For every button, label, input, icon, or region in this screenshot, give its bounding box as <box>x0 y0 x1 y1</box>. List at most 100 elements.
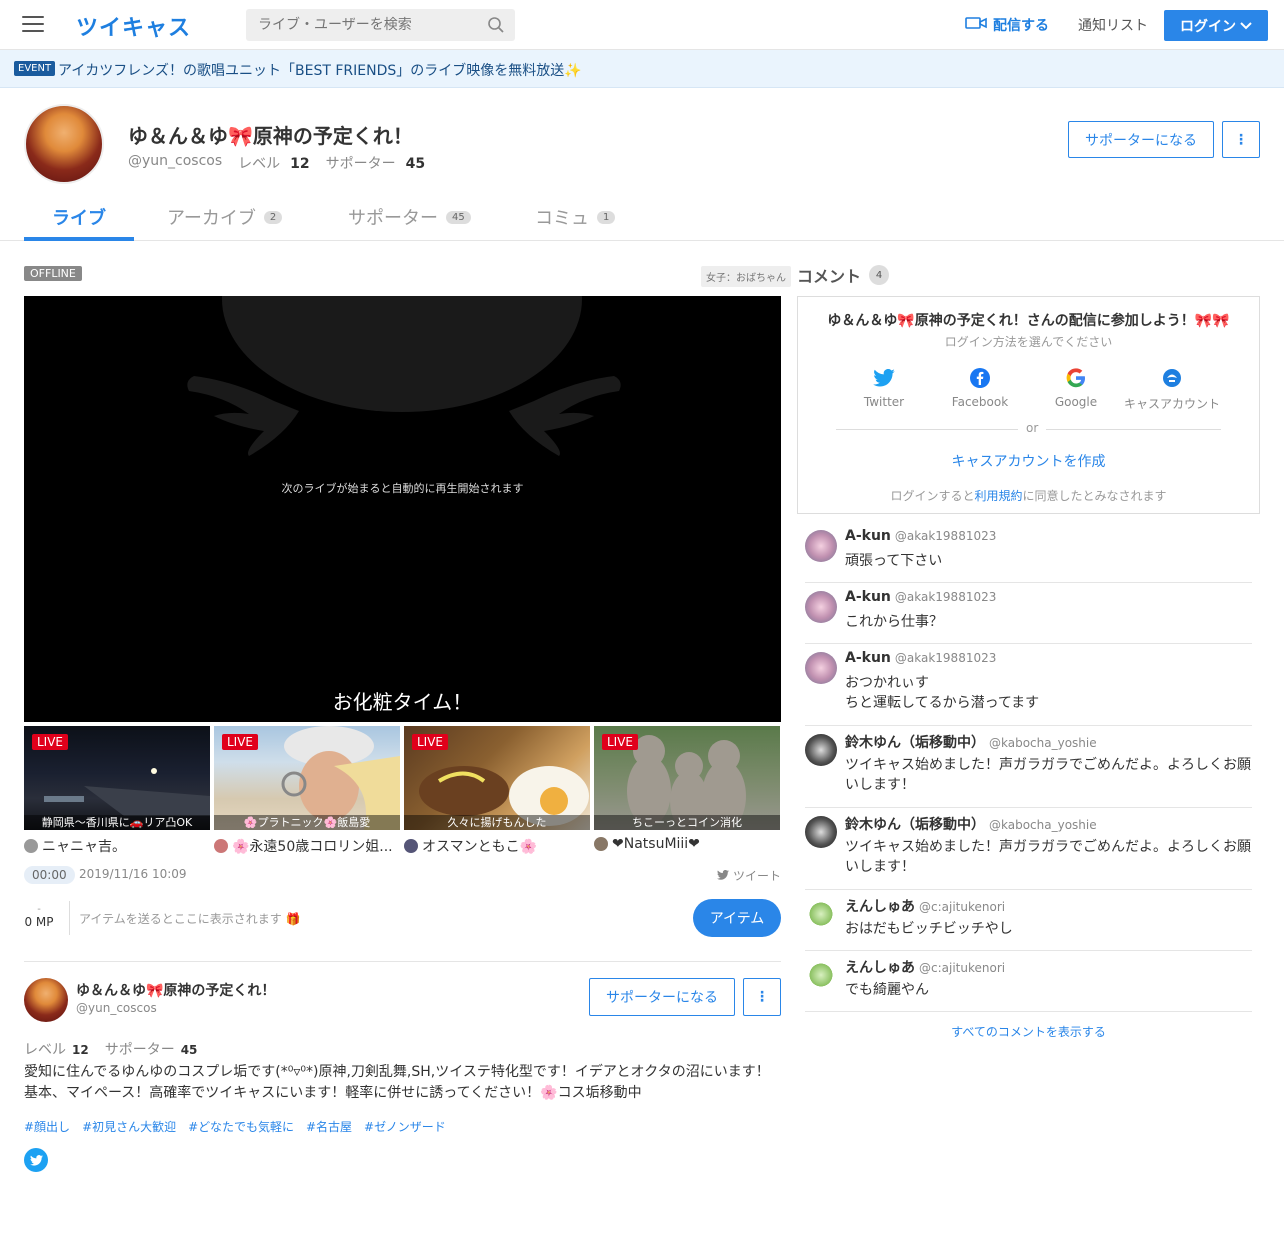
event-banner[interactable]: EVENT アイカツフレンズ！の歌唱ユニット「BEST FRIENDS」のライブ… <box>0 50 1284 88</box>
tab-count: 1 <box>597 210 616 224</box>
hashtag-link[interactable]: #初見さん大歓迎 <box>82 1118 176 1135</box>
thumbnail-owner: ❤NatsuMiii❤ <box>594 836 780 852</box>
facebook-icon <box>932 367 1028 389</box>
avatar[interactable] <box>805 959 837 991</box>
thumbnail-caption: ちこーっとコイン消化 <box>594 815 780 830</box>
login-button[interactable]: ログイン <box>1164 10 1268 41</box>
live-thumbnail[interactable]: LIVE 静岡県～香川県に🚗リア凸OK ニャニャ吉。 <box>24 726 210 856</box>
avatar[interactable] <box>24 104 104 184</box>
live-badge: LIVE <box>602 734 639 750</box>
thumbnail-image: LIVE ちこーっとコイン消化 <box>594 726 780 830</box>
comment-author[interactable]: A-kun @akak19881023 <box>845 650 996 666</box>
tweet-link[interactable]: ツイート <box>717 867 781 884</box>
thumbnail-owner: ニャニャ吉。 <box>24 836 210 856</box>
show-all-comments-link[interactable]: すべてのコメントを表示する <box>805 1023 1252 1040</box>
search-box <box>246 9 515 41</box>
become-supporter-button[interactable]: サポーターになる <box>589 978 735 1016</box>
login-label: ログイン <box>1180 18 1236 35</box>
tab-live[interactable]: ライブ <box>52 204 106 230</box>
comment-text: おはだもビッチビッチやし <box>845 921 1013 937</box>
active-tab-indicator <box>24 237 134 241</box>
menu-icon[interactable] <box>22 16 44 34</box>
avatar[interactable] <box>805 652 837 684</box>
comment-item: 鈴木ゆん（垢移動中） @kabocha_yoshie ツイキャス始めました！声ガラガ… <box>805 808 1252 890</box>
avatar[interactable] <box>805 530 837 562</box>
live-thumbnail[interactable]: LIVE ちこーっとコイン消化 ❤NatsuMiii❤ <box>594 726 780 852</box>
event-badge: EVENT <box>14 61 56 76</box>
comment-handle: @akak19881023 <box>894 529 997 543</box>
supporter-stat: サポーター 45 <box>325 156 426 172</box>
avatar <box>214 839 228 853</box>
thumbnail-caption: 🌸プラトニック🌸飯島愛 <box>214 815 400 830</box>
mp-counter: - 0 MP <box>24 904 54 930</box>
category-tag[interactable]: 女子：おばちゃん <box>701 266 791 287</box>
avatar[interactable] <box>805 816 837 848</box>
live-thumbnail[interactable]: LIVE 久々に揚げもんした オスマンともこ🌸 <box>404 726 590 856</box>
google-login-button[interactable]: Google <box>1028 367 1124 409</box>
broadcast-link[interactable]: 配信する <box>965 15 1049 35</box>
live-thumbnail[interactable]: LIVE 🌸プラトニック🌸飯島愛 🌸永遠50歳コロリン姐... <box>214 726 400 856</box>
search-icon[interactable] <box>487 16 505 38</box>
comment-author[interactable]: えんしゅあ @c:ajitukenori <box>845 896 1005 916</box>
facebook-login-button[interactable]: Facebook <box>932 367 1028 409</box>
terms-notice: ログインすると利用規約に同意したとみなされます <box>890 489 1167 503</box>
broadcast-label: 配信する <box>993 18 1049 34</box>
bio-handle: @yun_coscos <box>76 1001 157 1015</box>
thumbnail-caption: 静岡県～香川県に🚗リア凸OK <box>24 815 210 830</box>
bio-meta: レベル 12 サポーター 45 <box>24 1039 197 1059</box>
logo[interactable]: ツイキャス <box>76 10 191 42</box>
hashtag-link[interactable]: #名古屋 <box>306 1118 352 1135</box>
supporter-stat: サポーター 45 <box>104 1042 198 1058</box>
comment-author[interactable]: 鈴木ゆん（垢移動中） @kabocha_yoshie <box>845 732 1097 752</box>
tab-count: 2 <box>263 210 283 224</box>
twitter-login-button[interactable]: Twitter <box>836 367 932 409</box>
event-text: アイカツフレンズ！の歌唱ユニット「BEST FRIENDS」のライブ映像を無料放… <box>58 63 582 79</box>
comment-handle: @c:ajitukenori <box>919 900 1006 914</box>
avatar[interactable] <box>805 734 837 766</box>
avatar[interactable] <box>805 591 837 623</box>
twitter-icon[interactable] <box>24 1148 48 1172</box>
hashtag-link[interactable]: #顔出し <box>24 1118 70 1135</box>
bio-name[interactable]: ゆ＆ん＆ゆ🎀原神の予定くれ！ <box>76 980 275 1000</box>
login-subtext: ログイン方法を選んでください <box>944 335 1113 349</box>
notify-link[interactable]: 通知リスト <box>1078 15 1148 35</box>
tab-archive[interactable]: アーカイブ 2 <box>167 204 283 230</box>
comment-author[interactable]: A-kun @akak19881023 <box>845 528 996 544</box>
twitcasting-login-button[interactable]: キャスアカウント <box>1124 367 1220 412</box>
video-camera-icon <box>965 16 987 34</box>
avatar[interactable] <box>805 898 837 930</box>
chevron-down-icon <box>1240 18 1252 34</box>
comment-item: えんしゅあ @c:ajitukenori おはだもビッチビッチやし <box>805 890 1252 951</box>
comment-author[interactable]: えんしゅあ @c:ajitukenori <box>845 957 1005 977</box>
avatar[interactable] <box>24 978 68 1022</box>
item-button[interactable]: アイテム <box>693 899 781 937</box>
level-stat: レベル 12 <box>24 1042 89 1058</box>
more-options-button[interactable]: ⋮ <box>1222 121 1260 158</box>
become-supporter-button[interactable]: サポーターになる <box>1068 121 1214 158</box>
broadcast-date: 2019/11/16 10:09 <box>79 867 187 881</box>
thumbnail-image: LIVE 🌸プラトニック🌸飯島愛 <box>214 726 400 830</box>
create-account-link[interactable]: キャスアカウントを作成 <box>798 451 1259 471</box>
comment-author[interactable]: 鈴木ゆん（垢移動中） @kabocha_yoshie <box>845 814 1097 834</box>
header: ツイキャス 配信する 通知リスト ログイン <box>0 0 1284 50</box>
terms-link[interactable]: 利用規約 <box>974 489 1022 503</box>
hashtag-link[interactable]: #ゼノンザード <box>364 1118 446 1135</box>
tab-community[interactable]: コミュ 1 <box>535 204 616 230</box>
comment-author[interactable]: A-kun @akak19881023 <box>845 589 996 605</box>
video-player[interactable]: 次のライブが始まると自動的に再生開始されます お化粧タイム！ <box>24 296 781 722</box>
tab-supporters[interactable]: サポーター 45 <box>348 204 471 230</box>
tab-bar: ライブ アーカイブ 2 サポーター 45 コミュ 1 <box>0 196 1284 241</box>
search-input[interactable] <box>246 9 476 41</box>
comment-count: 4 <box>869 265 890 285</box>
comment-handle: @kabocha_yoshie <box>989 736 1097 750</box>
thumbnail-owner: オスマンともこ🌸 <box>404 836 590 856</box>
more-options-button[interactable]: ⋮ <box>743 978 781 1016</box>
twitter-icon <box>836 367 932 389</box>
login-heading: ゆ＆ん＆ゆ🎀原神の予定くれ！さんの配信に参加しよう！🎀🎀 <box>827 313 1230 329</box>
comments-heading: コメント 4 <box>797 263 890 287</box>
divider <box>24 961 781 962</box>
twitter-icon <box>717 869 729 883</box>
hashtag-link[interactable]: #どなたでも気軽に <box>188 1118 294 1135</box>
avatar <box>594 837 608 851</box>
live-badge: LIVE <box>412 734 449 750</box>
